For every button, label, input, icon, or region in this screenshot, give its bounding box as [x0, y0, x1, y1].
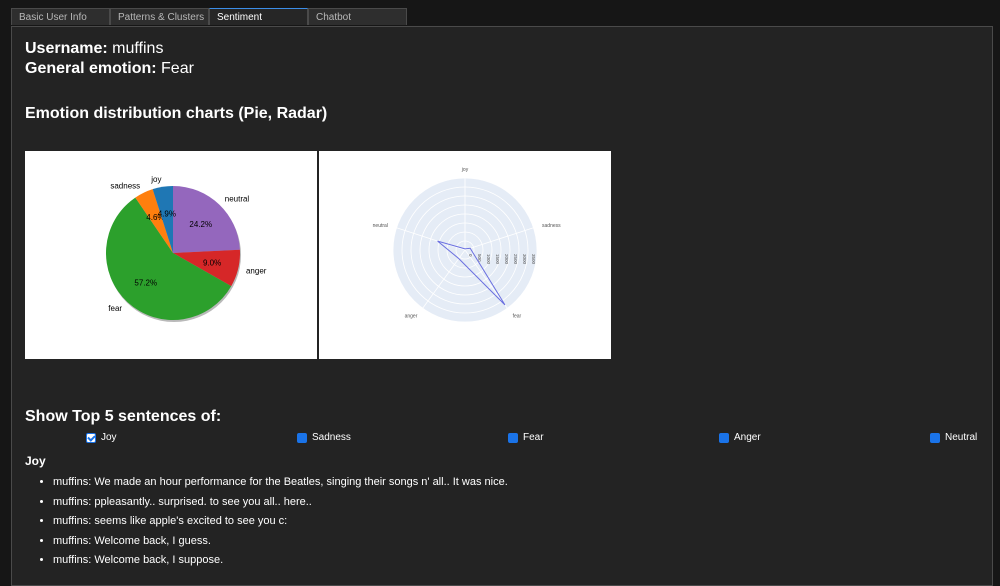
radar-tick-label: 3000 [522, 254, 527, 265]
checkbox-anger[interactable]: Anger [719, 432, 761, 443]
radar-axis-label-neutral: neutral [373, 223, 388, 229]
pie-value-label: 4.9% [158, 209, 176, 218]
username-value: muffins [112, 40, 164, 57]
checkbox-fear-box[interactable] [508, 432, 518, 443]
checkbox-anger-label: Anger [734, 432, 761, 443]
radar-tick-label: 2000 [504, 254, 509, 265]
tab-chatbot[interactable]: Chatbot [308, 8, 407, 25]
pie-label-neutral: neutral [225, 195, 250, 204]
checkbox-sadness[interactable]: Sadness [297, 432, 351, 443]
pie-label-fear: fear [108, 304, 122, 313]
checkbox-anger-box[interactable] [719, 432, 729, 443]
general-emotion-value: Fear [161, 60, 194, 77]
username-line: Username: muffins [25, 40, 163, 58]
checkbox-neutral-label: Neutral [945, 432, 978, 443]
checkbox-fear[interactable]: Fear [508, 432, 544, 443]
radar-axis-label-sadness: sadness [542, 223, 561, 229]
checkbox-neutral[interactable]: Neutral [930, 432, 977, 443]
tab-basic-user-info[interactable]: Basic User Info [11, 8, 110, 25]
sentence-item: muffins: seems like apple's excited to s… [53, 512, 508, 532]
top-sentences-title: Show Top 5 sentences of: [25, 408, 222, 425]
radar-tick-label: 2500 [513, 254, 518, 265]
pie-value-label: 24.2% [189, 220, 212, 229]
radar-tick-label: 3500 [531, 254, 536, 265]
radar-chart: joy sadness fear anger neutral 0 500 1000 1500 20… [319, 151, 611, 359]
emotion-filter-row: Joy Sadness Fear Anger Neutral [12, 432, 994, 446]
pie-label-joy: joy [150, 175, 161, 184]
checkbox-neutral-box[interactable] [930, 432, 940, 443]
tab-patterns-clusters[interactable]: Patterns & Clusters [110, 8, 209, 25]
sentence-item: muffins: We made an hour performance for… [53, 473, 508, 493]
radar-chart-svg: joysadnessfearangerneutral0 500 1000 1500 20… [373, 167, 561, 323]
checkbox-fear-label: Fear [523, 432, 544, 443]
checkbox-joy[interactable]: Joy [86, 432, 117, 443]
pie-chart: neutral 24.2% anger 9.0% fear 57.2% sadness 4.6… [25, 151, 317, 359]
checkbox-sadness-label: Sadness [312, 432, 351, 443]
sentence-item: muffins: ppleasantly.. surprised. to see… [53, 493, 508, 513]
radar-tick-label: 1000 [486, 254, 491, 265]
general-emotion-line: General emotion: Fear [25, 60, 194, 78]
pie-label-anger: anger [246, 266, 267, 275]
tab-sentiment[interactable]: Sentiment [209, 8, 308, 25]
radar-tick-label: 1500 [495, 254, 500, 265]
pie-label-sadness: sadness [110, 182, 140, 191]
sentences-heading: Joy [25, 454, 46, 468]
checkbox-joy-box[interactable] [86, 432, 96, 443]
sentence-item: muffins: Welcome back, I guess. [53, 532, 508, 552]
checkbox-joy-label: Joy [101, 432, 117, 443]
pie-value-label: 57.2% [134, 279, 157, 288]
radar-axis-label-joy: joy [461, 167, 469, 173]
pie-value-label: 9.0% [203, 258, 221, 267]
checkbox-sadness-box[interactable] [297, 432, 307, 443]
general-emotion-label: General emotion: [25, 60, 157, 77]
radar-axis-label-anger: anger [405, 314, 418, 320]
sentence-item: muffins: Welcome back, I suppose. [53, 551, 508, 571]
charts-title: Emotion distribution charts (Pie, Radar) [25, 105, 328, 122]
radar-axis-label-fear: fear [513, 314, 522, 320]
pie-chart-svg: neutral24.2%anger9.0%fear57.2%sadness4.6… [105, 175, 267, 322]
username-label: Username: [25, 40, 108, 57]
sentiment-panel: Username: muffins General emotion: Fear … [11, 26, 993, 586]
sentence-list: muffins: We made an hour performance for… [39, 473, 508, 571]
tab-bar: Basic User Info Patterns & Clusters Sent… [11, 8, 407, 26]
